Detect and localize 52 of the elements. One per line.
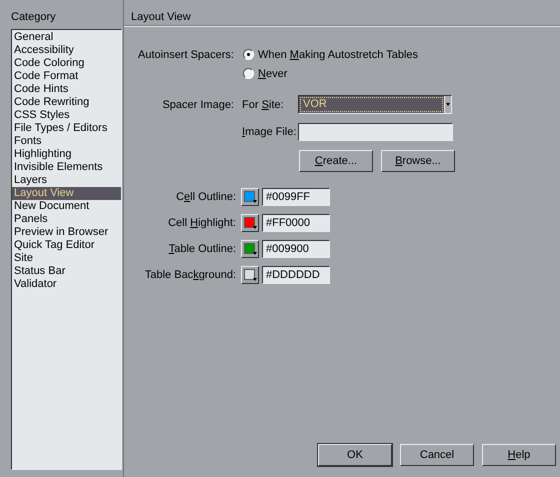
category-item[interactable]: Fonts [12,135,121,148]
color-label: Table Outline: [168,243,236,255]
category-item[interactable]: Layers [12,174,121,187]
color-hex-field[interactable]: #009900 [262,240,330,258]
color-hex-field[interactable]: #DDDDDD [262,266,330,284]
category-item[interactable]: Code Hints [12,83,121,96]
color-hex-field[interactable]: #FF0000 [262,214,330,232]
category-item[interactable]: Preview in Browser [12,226,121,239]
category-item[interactable]: Validator [12,278,121,291]
category-item[interactable]: Code Rewriting [12,96,121,109]
color-picker-button[interactable] [241,266,259,284]
site-dropdown[interactable]: VOR [298,95,452,114]
category-item[interactable]: General [12,31,121,44]
category-item[interactable]: Code Format [12,70,121,83]
category-item[interactable]: New Document [12,200,121,213]
color-hex-field[interactable]: #0099FF [262,188,330,206]
category-item[interactable]: Invisible Elements [12,161,121,174]
category-item[interactable]: Status Bar [12,265,121,278]
category-item[interactable]: Panels [12,213,121,226]
for-site-label: For Site: [242,98,285,110]
autoinsert-label: Autoinsert Spacers: [137,48,234,60]
color-label: Table Background: [144,269,236,281]
category-item[interactable]: CSS Styles [12,109,121,122]
category-item[interactable]: Highlighting [12,148,121,161]
radio-option[interactable]: When Making Autostretch Tables [243,48,418,60]
category-header: Category [11,11,57,23]
category-item[interactable]: Code Coloring [12,57,121,70]
caret-icon [253,278,257,281]
dialog-button[interactable]: Help [482,444,556,466]
color-label: Cell Highlight: [167,217,236,229]
dialog-button[interactable]: OK [318,444,392,466]
panel-title: Layout View [124,0,560,27]
category-item[interactable]: Site [12,252,121,265]
dialog-button[interactable]: Cancel [400,444,474,466]
caret-icon [253,252,257,255]
caret-icon [253,226,257,229]
category-item[interactable]: Quick Tag Editor [12,239,121,252]
category-item[interactable]: Layout View [12,187,121,200]
browse-button[interactable]: Browse... [381,150,455,172]
color-label: Cell Outline: [175,191,236,203]
caret-icon [253,200,257,203]
color-picker-button[interactable] [241,240,259,258]
category-item[interactable]: Accessibility [12,44,121,57]
category-item[interactable]: File Types / Editors [12,122,121,135]
dropdown-arrow-icon [446,103,450,106]
spacer-image-label: Spacer Image: [161,98,234,110]
image-file-field[interactable] [298,123,453,141]
image-file-label: Image File: [242,126,298,138]
radio-option[interactable]: Never [243,68,288,80]
color-picker-button[interactable] [241,214,259,232]
create-button[interactable]: Create... [299,150,373,172]
color-picker-button[interactable] [241,188,259,206]
